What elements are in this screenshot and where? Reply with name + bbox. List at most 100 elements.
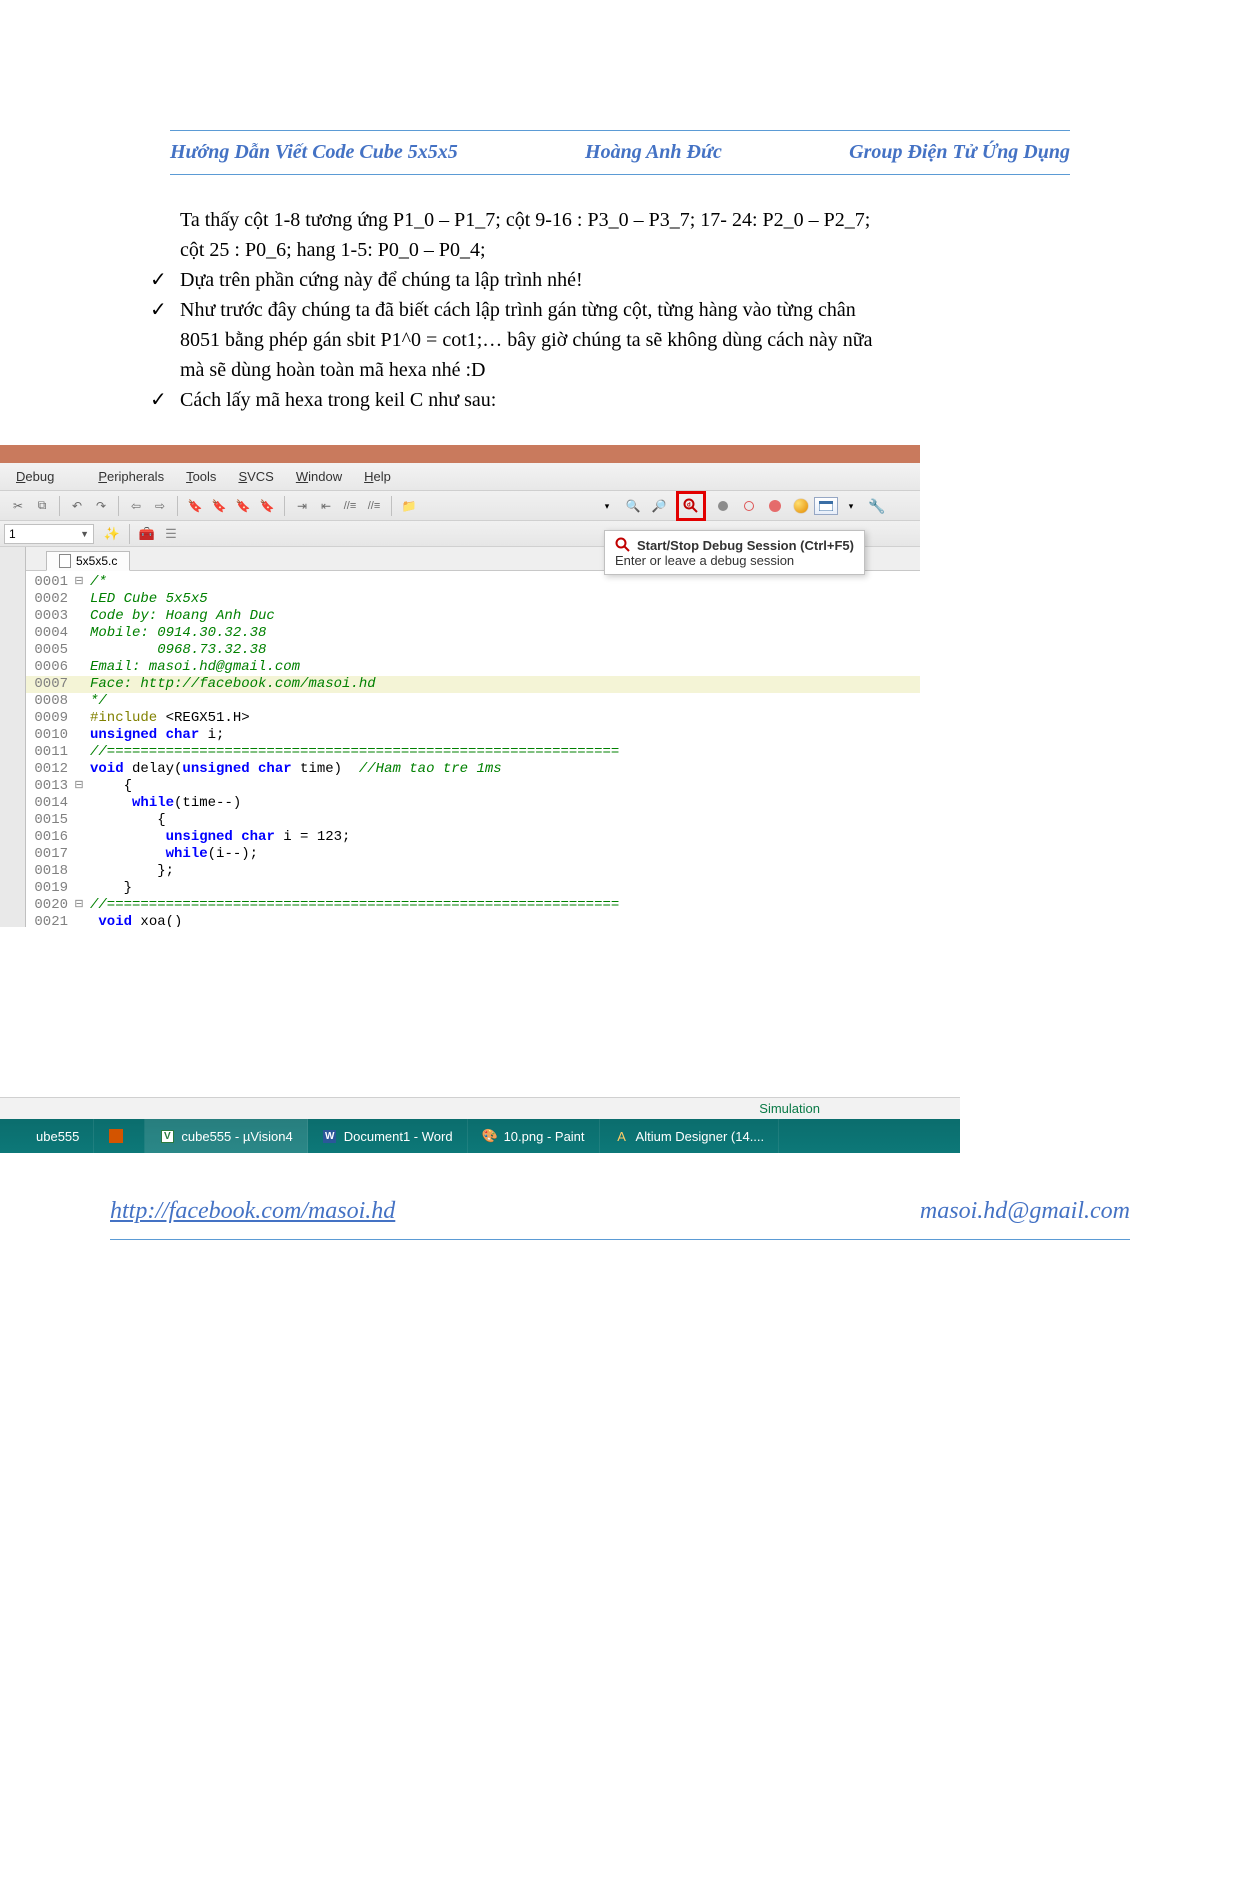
chevron-down-icon: ▼ xyxy=(80,529,89,539)
menu-tools[interactable]: Tools xyxy=(186,469,216,484)
code-line: 0004Mobile: 0914.30.32.38 xyxy=(26,625,920,642)
code-line: 0021 void xoa() xyxy=(26,914,920,927)
menu-debug[interactable]: Debug xyxy=(16,469,76,484)
footer-link-left[interactable]: http://facebook.com/masoi.hd xyxy=(110,1198,395,1225)
menu-svcs[interactable]: SVCS xyxy=(238,469,273,484)
bullet-text: Cách lấy mã hexa trong keil C như sau: xyxy=(180,385,1110,415)
indent-icon[interactable]: ⇥ xyxy=(293,497,311,515)
combo-value: 1 xyxy=(9,527,16,541)
code-line: 0005 0968.73.32.38 xyxy=(26,642,920,659)
code-line: 0003Code by: Hoang Anh Duc xyxy=(26,608,920,625)
header-mid: Hoàng Anh Đức xyxy=(585,141,722,164)
configure-icon[interactable]: 🔧 xyxy=(866,495,888,517)
editor-main: 5x5x5.c 0001⊟/*0002LED Cube 5x5x50003Cod… xyxy=(26,547,920,927)
binoculars-icon[interactable]: 🔍 xyxy=(622,495,644,517)
taskbar-label: Document1 - Word xyxy=(344,1129,453,1144)
menu-window[interactable]: Window xyxy=(296,469,342,484)
incremental-find-icon[interactable]: 🔎 xyxy=(648,495,670,517)
copy-icon[interactable]: ⧉ xyxy=(33,497,51,515)
page-footer: http://facebook.com/masoi.hd masoi.hd@gm… xyxy=(110,1188,1130,1240)
code-line: 0016 unsigned char i = 123; xyxy=(26,829,920,846)
bookmark-clear-icon[interactable]: 🔖 xyxy=(258,497,276,515)
bullet-text: Dựa trên phần cứng này để chúng ta lập t… xyxy=(180,265,1110,295)
bookmark-prev-icon[interactable]: 🔖 xyxy=(210,497,228,515)
code-line: 0020⊟//=================================… xyxy=(26,897,920,914)
code-line: 0017 while(i--); xyxy=(26,846,920,863)
taskbar-label: 10.png - Paint xyxy=(504,1129,585,1144)
code-line: 0014 while(time--) xyxy=(26,795,920,812)
editor-body: 5x5x5.c 0001⊟/*0002LED Cube 5x5x50003Cod… xyxy=(0,547,920,927)
build-icon[interactable]: ✨ xyxy=(103,525,121,543)
tooltip-subtitle: Enter or leave a debug session xyxy=(615,553,854,568)
app-icon: A xyxy=(614,1128,630,1144)
bullet-text: Như trước đây chúng ta đã biết cách lập … xyxy=(180,295,1110,385)
code-line: 0010unsigned char i; xyxy=(26,727,920,744)
uncomment-icon[interactable]: //≡ xyxy=(365,497,383,515)
taskbar-item[interactable]: W Document1 - Word xyxy=(308,1119,468,1153)
body-text: Ta thấy cột 1-8 tương ứng P1_0 – P1_7; c… xyxy=(180,205,1110,415)
menu-peripherals[interactable]: Peripherals xyxy=(98,469,164,484)
taskbar-item[interactable]: Vcube555 - µVision4 xyxy=(145,1119,307,1153)
file-tab[interactable]: 5x5x5.c xyxy=(46,551,130,571)
app-icon: 🎨 xyxy=(482,1128,498,1144)
magnifier-debug-icon xyxy=(615,537,631,553)
menu-help[interactable]: Help xyxy=(364,469,391,484)
debug-session-button[interactable]: d xyxy=(676,491,706,521)
code-line: 0008*/ xyxy=(26,693,920,710)
footer-email: masoi.hd@gmail.com xyxy=(920,1198,1130,1225)
page-header: Hướng Dẫn Viết Code Cube 5x5x5 Hoàng Anh… xyxy=(170,130,1070,175)
find-in-files-icon[interactable]: 📁 xyxy=(400,497,418,515)
taskbar-item[interactable]: 🎨 10.png - Paint xyxy=(468,1119,600,1153)
app-icon: W xyxy=(322,1128,338,1144)
code-line: 0018 }; xyxy=(26,863,920,880)
app-icon xyxy=(14,1128,30,1144)
dropdown-caret-icon[interactable]: ▾ xyxy=(840,495,862,517)
breakpoint-disable-icon[interactable] xyxy=(764,495,786,517)
magnifier-debug-icon: d xyxy=(683,498,699,514)
tooltip-title: Start/Stop Debug Session (Ctrl+F5) xyxy=(637,538,854,553)
taskbar-item[interactable] xyxy=(94,1119,145,1153)
code-editor[interactable]: 0001⊟/*0002LED Cube 5x5x50003Code by: Ho… xyxy=(26,571,920,927)
app-icon: V xyxy=(159,1128,175,1144)
target-combo[interactable]: 1 ▼ xyxy=(4,524,94,544)
debug-tooltip: Start/Stop Debug Session (Ctrl+F5) Enter… xyxy=(604,530,865,575)
code-line: 0013⊟ { xyxy=(26,778,920,795)
bullet-row: ✓ Dựa trên phần cứng này để chúng ta lập… xyxy=(150,265,1110,295)
code-line: 0011//==================================… xyxy=(26,744,920,761)
dropdown-caret-icon[interactable]: ▾ xyxy=(596,495,618,517)
scissors-icon[interactable]: ✂ xyxy=(9,497,27,515)
nav-fwd-icon[interactable]: ⇨ xyxy=(151,497,169,515)
bookmark-icon[interactable]: 🔖 xyxy=(186,497,204,515)
simulation-status: Simulation xyxy=(0,1097,960,1119)
taskbar-item[interactable]: AAltium Designer (14.... xyxy=(600,1119,780,1153)
header-left: Hướng Dẫn Viết Code Cube 5x5x5 xyxy=(170,141,458,164)
taskbar-label: cube555 - µVision4 xyxy=(181,1129,292,1144)
ide-screenshot: Debug Peripherals Tools SVCS Window Help… xyxy=(0,445,920,927)
code-line: 0002LED Cube 5x5x5 xyxy=(26,591,920,608)
redo-icon[interactable]: ↷ xyxy=(92,497,110,515)
window-layout-button[interactable] xyxy=(814,497,838,515)
tab-label: 5x5x5.c xyxy=(76,554,117,568)
header-right: Group Điện Tử Ứng Dụng xyxy=(849,141,1070,164)
breakpoint-toggle-icon[interactable] xyxy=(738,495,760,517)
code-line: 0001⊟/* xyxy=(26,574,920,591)
taskbar-item[interactable]: ube555 xyxy=(0,1119,94,1153)
windows-taskbar: ube555 Vcube555 - µVision4 W Document1 - Wo… xyxy=(0,1119,960,1153)
nav-back-icon[interactable]: ⇦ xyxy=(127,497,145,515)
file-icon xyxy=(59,554,71,568)
breakpoint-kill-icon[interactable] xyxy=(790,495,812,517)
file-toolbox-icon[interactable]: 🧰 xyxy=(138,525,156,543)
manage-icon[interactable]: ☰ xyxy=(162,525,180,543)
comment-icon[interactable]: //≡ xyxy=(341,497,359,515)
undo-icon[interactable]: ↶ xyxy=(68,497,86,515)
bookmark-next-icon[interactable]: 🔖 xyxy=(234,497,252,515)
outdent-icon[interactable]: ⇤ xyxy=(317,497,335,515)
checkmark-icon: ✓ xyxy=(150,385,180,415)
taskbar-label: ube555 xyxy=(36,1129,79,1144)
code-line: 0015 { xyxy=(26,812,920,829)
code-line: 0012void delay(unsigned char time) //Ham… xyxy=(26,761,920,778)
bullet-row: ✓ Như trước đây chúng ta đã biết cách lậ… xyxy=(150,295,1110,385)
left-gutter xyxy=(0,547,26,927)
breakpoint-insert-icon[interactable] xyxy=(712,495,734,517)
code-line: 0009#include <REGX51.H> xyxy=(26,710,920,727)
